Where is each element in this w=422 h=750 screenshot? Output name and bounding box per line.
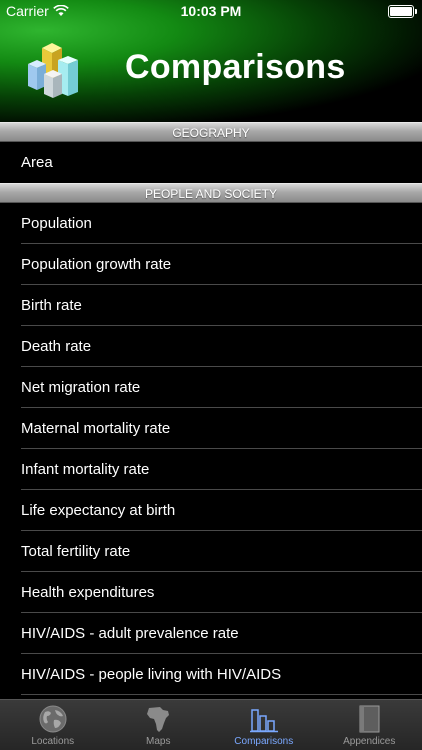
- status-bar: Carrier 10:03 PM: [0, 0, 422, 22]
- list-item-label: Death rate: [21, 338, 92, 355]
- list-item-label: Population growth rate: [21, 256, 172, 273]
- tab-label: Comparisons: [234, 736, 294, 747]
- list-item-area[interactable]: Area: [0, 142, 422, 183]
- book-icon: [359, 705, 380, 733]
- list-item-label: Maternal mortality rate: [21, 420, 171, 437]
- list-item-maternal-mortality-rate[interactable]: Maternal mortality rate: [0, 408, 422, 449]
- list-item-hiv-aids-people-living[interactable]: HIV/AIDS - people living with HIV/AIDS: [0, 654, 422, 695]
- list-item-infant-mortality-rate[interactable]: Infant mortality rate: [0, 449, 422, 490]
- header: Carrier 10:03 PM Comparisons: [0, 0, 422, 122]
- tab-label: Appendices: [343, 736, 396, 747]
- tab-appendices[interactable]: Appendices: [317, 700, 422, 750]
- tab-locations[interactable]: Locations: [0, 700, 106, 750]
- list-item-net-migration-rate[interactable]: Net migration rate: [0, 367, 422, 408]
- list-item-label: HIV/AIDS - adult prevalence rate: [21, 625, 239, 642]
- globe-icon: [39, 705, 67, 733]
- list-item-label: Total fertility rate: [21, 543, 131, 560]
- africa-map-icon: [147, 707, 170, 732]
- list-item-label: Net migration rate: [21, 379, 141, 396]
- tab-label: Locations: [31, 736, 75, 747]
- list-item-label: Health expenditures: [21, 584, 155, 601]
- bar-chart-icon: [249, 709, 278, 733]
- tab-bar: Locations Maps Comparisons Appendices: [0, 699, 422, 750]
- list-item-label: Life expectancy at birth: [21, 502, 176, 519]
- row-divider: [21, 694, 422, 695]
- list-item-total-fertility-rate[interactable]: Total fertility rate: [0, 531, 422, 572]
- list-item-hiv-aids-adult-prevalence-rate[interactable]: HIV/AIDS - adult prevalence rate: [0, 613, 422, 654]
- list-item-population[interactable]: Population: [0, 203, 422, 244]
- list-item-label: Infant mortality rate: [21, 461, 150, 478]
- list-item-label: Birth rate: [21, 297, 82, 314]
- list-item-label: Area: [21, 154, 53, 171]
- battery-icon: [388, 5, 417, 18]
- tab-comparisons[interactable]: Comparisons: [211, 700, 317, 750]
- page-title: Comparisons: [125, 48, 346, 86]
- list-item-health-expenditures[interactable]: Health expenditures: [0, 572, 422, 613]
- list-item-population-growth-rate[interactable]: Population growth rate: [0, 244, 422, 285]
- list-item-birth-rate[interactable]: Birth rate: [0, 285, 422, 326]
- tab-maps[interactable]: Maps: [106, 700, 212, 750]
- bar-chart-3d-icon: [28, 43, 78, 98]
- list-item-label: HIV/AIDS - people living with HIV/AIDS: [21, 666, 282, 683]
- section-header-people-and-society: PEOPLE AND SOCIETY: [0, 183, 422, 203]
- tab-label: Maps: [146, 736, 171, 747]
- list-item-death-rate[interactable]: Death rate: [0, 326, 422, 367]
- list-item-life-expectancy-at-birth[interactable]: Life expectancy at birth: [0, 490, 422, 531]
- section-header-geography: GEOGRAPHY: [0, 122, 422, 142]
- status-time: 10:03 PM: [180, 3, 242, 19]
- list-item-label: Population: [21, 215, 92, 232]
